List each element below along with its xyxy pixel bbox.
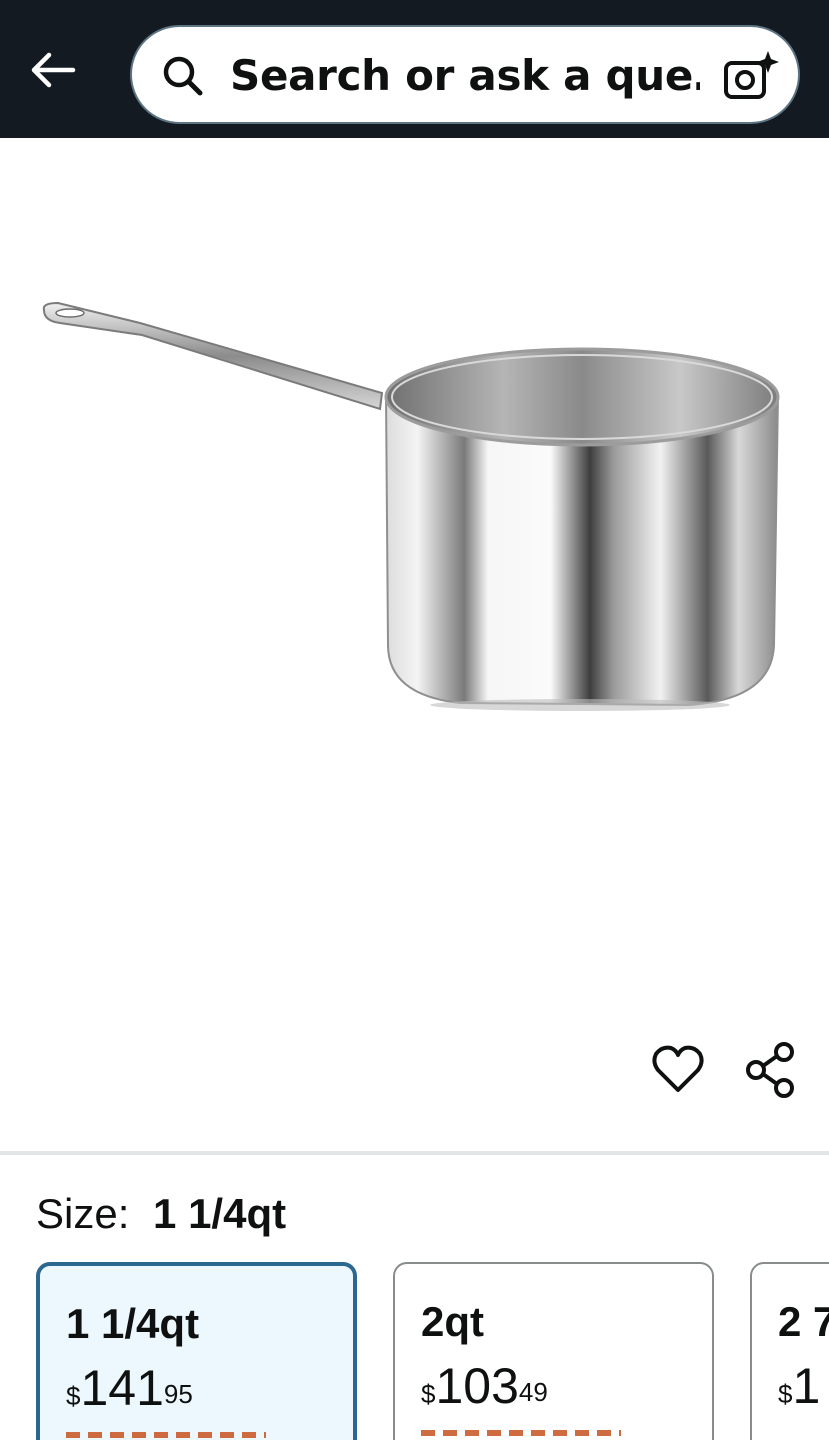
size-option-1-1-4qt[interactable]: 1 1/4qt $14195 xyxy=(36,1262,357,1440)
price-currency: $ xyxy=(778,1379,793,1409)
arrow-left-icon xyxy=(31,52,76,88)
search-icon xyxy=(163,56,203,96)
size-option-title: 2 7 xyxy=(778,1298,829,1345)
wishlist-button[interactable] xyxy=(650,1042,706,1098)
size-options: 1 1/4qt $14195 2qt $10349 2 7 $1 xyxy=(0,1262,829,1440)
size-option-title: 2qt xyxy=(421,1298,484,1345)
product-image[interactable] xyxy=(30,285,800,725)
size-option-price: $14195 xyxy=(66,1358,193,1431)
size-option-price: $1 xyxy=(778,1356,820,1429)
size-option-2qt[interactable]: 2qt $10349 xyxy=(393,1262,714,1440)
selected-size-value: 1 1/4qt xyxy=(153,1190,287,1237)
search-bar[interactable]: Search or ask a que… xyxy=(130,25,800,124)
price-whole: 141 xyxy=(80,1360,164,1416)
back-button[interactable] xyxy=(22,40,82,100)
price-subtext-cut xyxy=(421,1430,621,1436)
heart-icon xyxy=(652,1045,704,1092)
section-divider xyxy=(0,1151,829,1155)
size-option-third[interactable]: 2 7 $1 xyxy=(750,1262,829,1440)
price-subtext-cut xyxy=(66,1432,266,1438)
size-option-title: 1 1/4qt xyxy=(66,1300,200,1347)
share-icon xyxy=(746,1042,794,1098)
price-fraction: 49 xyxy=(518,1377,548,1407)
camera-sparkle-icon[interactable] xyxy=(722,49,780,103)
top-nav-bar: Search or ask a que… xyxy=(0,0,829,138)
price-currency: $ xyxy=(421,1379,436,1409)
price-whole: 103 xyxy=(435,1358,519,1414)
share-button[interactable] xyxy=(742,1040,798,1100)
price-whole: 1 xyxy=(792,1358,821,1414)
price-fraction: 95 xyxy=(163,1379,193,1409)
size-label: Size: xyxy=(36,1190,130,1237)
size-option-price: $10349 xyxy=(421,1356,548,1429)
price-currency: $ xyxy=(66,1381,81,1411)
size-selector-heading: Size: 1 1/4qt xyxy=(36,1188,286,1240)
search-input[interactable]: Search or ask a que… xyxy=(230,49,700,103)
